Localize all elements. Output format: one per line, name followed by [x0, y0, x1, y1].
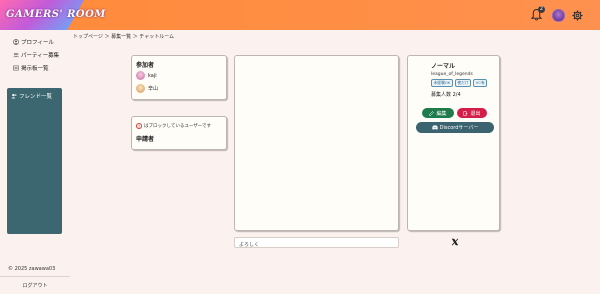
tag: 夜だけ: [454, 79, 472, 87]
party-mode: ノーマル: [431, 63, 456, 70]
sidebar-item-label: パーティー募集: [21, 53, 60, 59]
recruit-count: 募集人数 2/4: [431, 91, 461, 98]
game-title: league_of_legends: [431, 72, 473, 77]
sidebar-item-board[interactable]: 掲示板一覧: [13, 64, 49, 72]
friend-list-title[interactable]: フレンド一覧: [11, 92, 52, 100]
chat-messages-panel[interactable]: [234, 55, 399, 231]
blocked-user-text: はブロックしているユーザーです: [144, 124, 212, 129]
sidebar: プロフィール パーティー募集 掲示板一覧 フレンド一覧: [0, 30, 70, 294]
tag: VC有: [473, 79, 488, 87]
leave-button[interactable]: 退出: [457, 108, 487, 118]
list-item[interactable]: 辛山: [136, 84, 158, 93]
header-bar: GAMERS' ROOM 2: [0, 0, 600, 30]
friend-list-label: フレンド一覧: [19, 94, 53, 100]
breadcrumb[interactable]: トップページ ＞ 募集一覧 ＞ チャットルーム: [73, 33, 174, 40]
edit-icon: [429, 110, 435, 116]
sidebar-item-label: プロフィール: [21, 40, 54, 46]
member-name: 辛山: [148, 86, 159, 92]
edit-button[interactable]: 編集: [422, 108, 454, 118]
recruit-label: 募集人数: [431, 92, 452, 98]
recruit-value: 2/4: [452, 92, 461, 98]
avatar[interactable]: [552, 9, 565, 22]
friend-list-panel: フレンド一覧: [7, 88, 62, 234]
warning-icon: !: [136, 123, 142, 129]
x-logo-icon[interactable]: [451, 238, 459, 246]
logo-text: GAMERS' ROOM: [6, 9, 106, 20]
edit-label: 編集: [436, 110, 447, 117]
participants-card: 参加者 kaji 辛山: [131, 55, 227, 100]
group-icon: [13, 52, 19, 58]
discord-icon: [431, 125, 438, 130]
applicants-title: 申請者: [136, 136, 155, 143]
divider: [0, 276, 70, 277]
blocked-user-notice: ! はブロックしているユーザーです: [136, 123, 211, 129]
sidebar-item-party[interactable]: パーティー募集: [13, 51, 59, 59]
copyright: © 2025 zawawa03: [8, 266, 56, 272]
participants-title: 参加者: [136, 62, 155, 69]
tag-list: 未経験OK 夜だけ VC有: [431, 79, 488, 87]
discord-label: Discordサーバー: [439, 125, 479, 131]
chat-input[interactable]: よろしく: [234, 237, 399, 248]
logout-button[interactable]: ログアウト: [0, 282, 70, 289]
tag: 未経験OK: [431, 79, 453, 87]
sidebar-item-profile[interactable]: プロフィール: [13, 38, 54, 46]
avatar: [136, 71, 145, 80]
user-plus-icon: [11, 93, 17, 99]
leave-label: 退出: [470, 110, 481, 117]
party-info-card: ノーマル league_of_legends 未経験OK 夜だけ VC有 募集人…: [407, 55, 500, 231]
applicants-card: ! はブロックしているユーザーです 申請者: [131, 116, 227, 150]
user-circle-icon: [13, 39, 19, 45]
exit-icon: [463, 110, 468, 116]
discord-button[interactable]: Discordサーバー: [416, 122, 494, 133]
board-icon: [13, 65, 19, 71]
gear-icon[interactable]: [572, 10, 583, 21]
member-name: kaji: [148, 72, 157, 79]
list-item[interactable]: kaji: [136, 71, 157, 80]
notification-badge: 2: [538, 6, 545, 13]
sidebar-item-label: 掲示板一覧: [21, 66, 49, 72]
avatar: [136, 84, 145, 93]
